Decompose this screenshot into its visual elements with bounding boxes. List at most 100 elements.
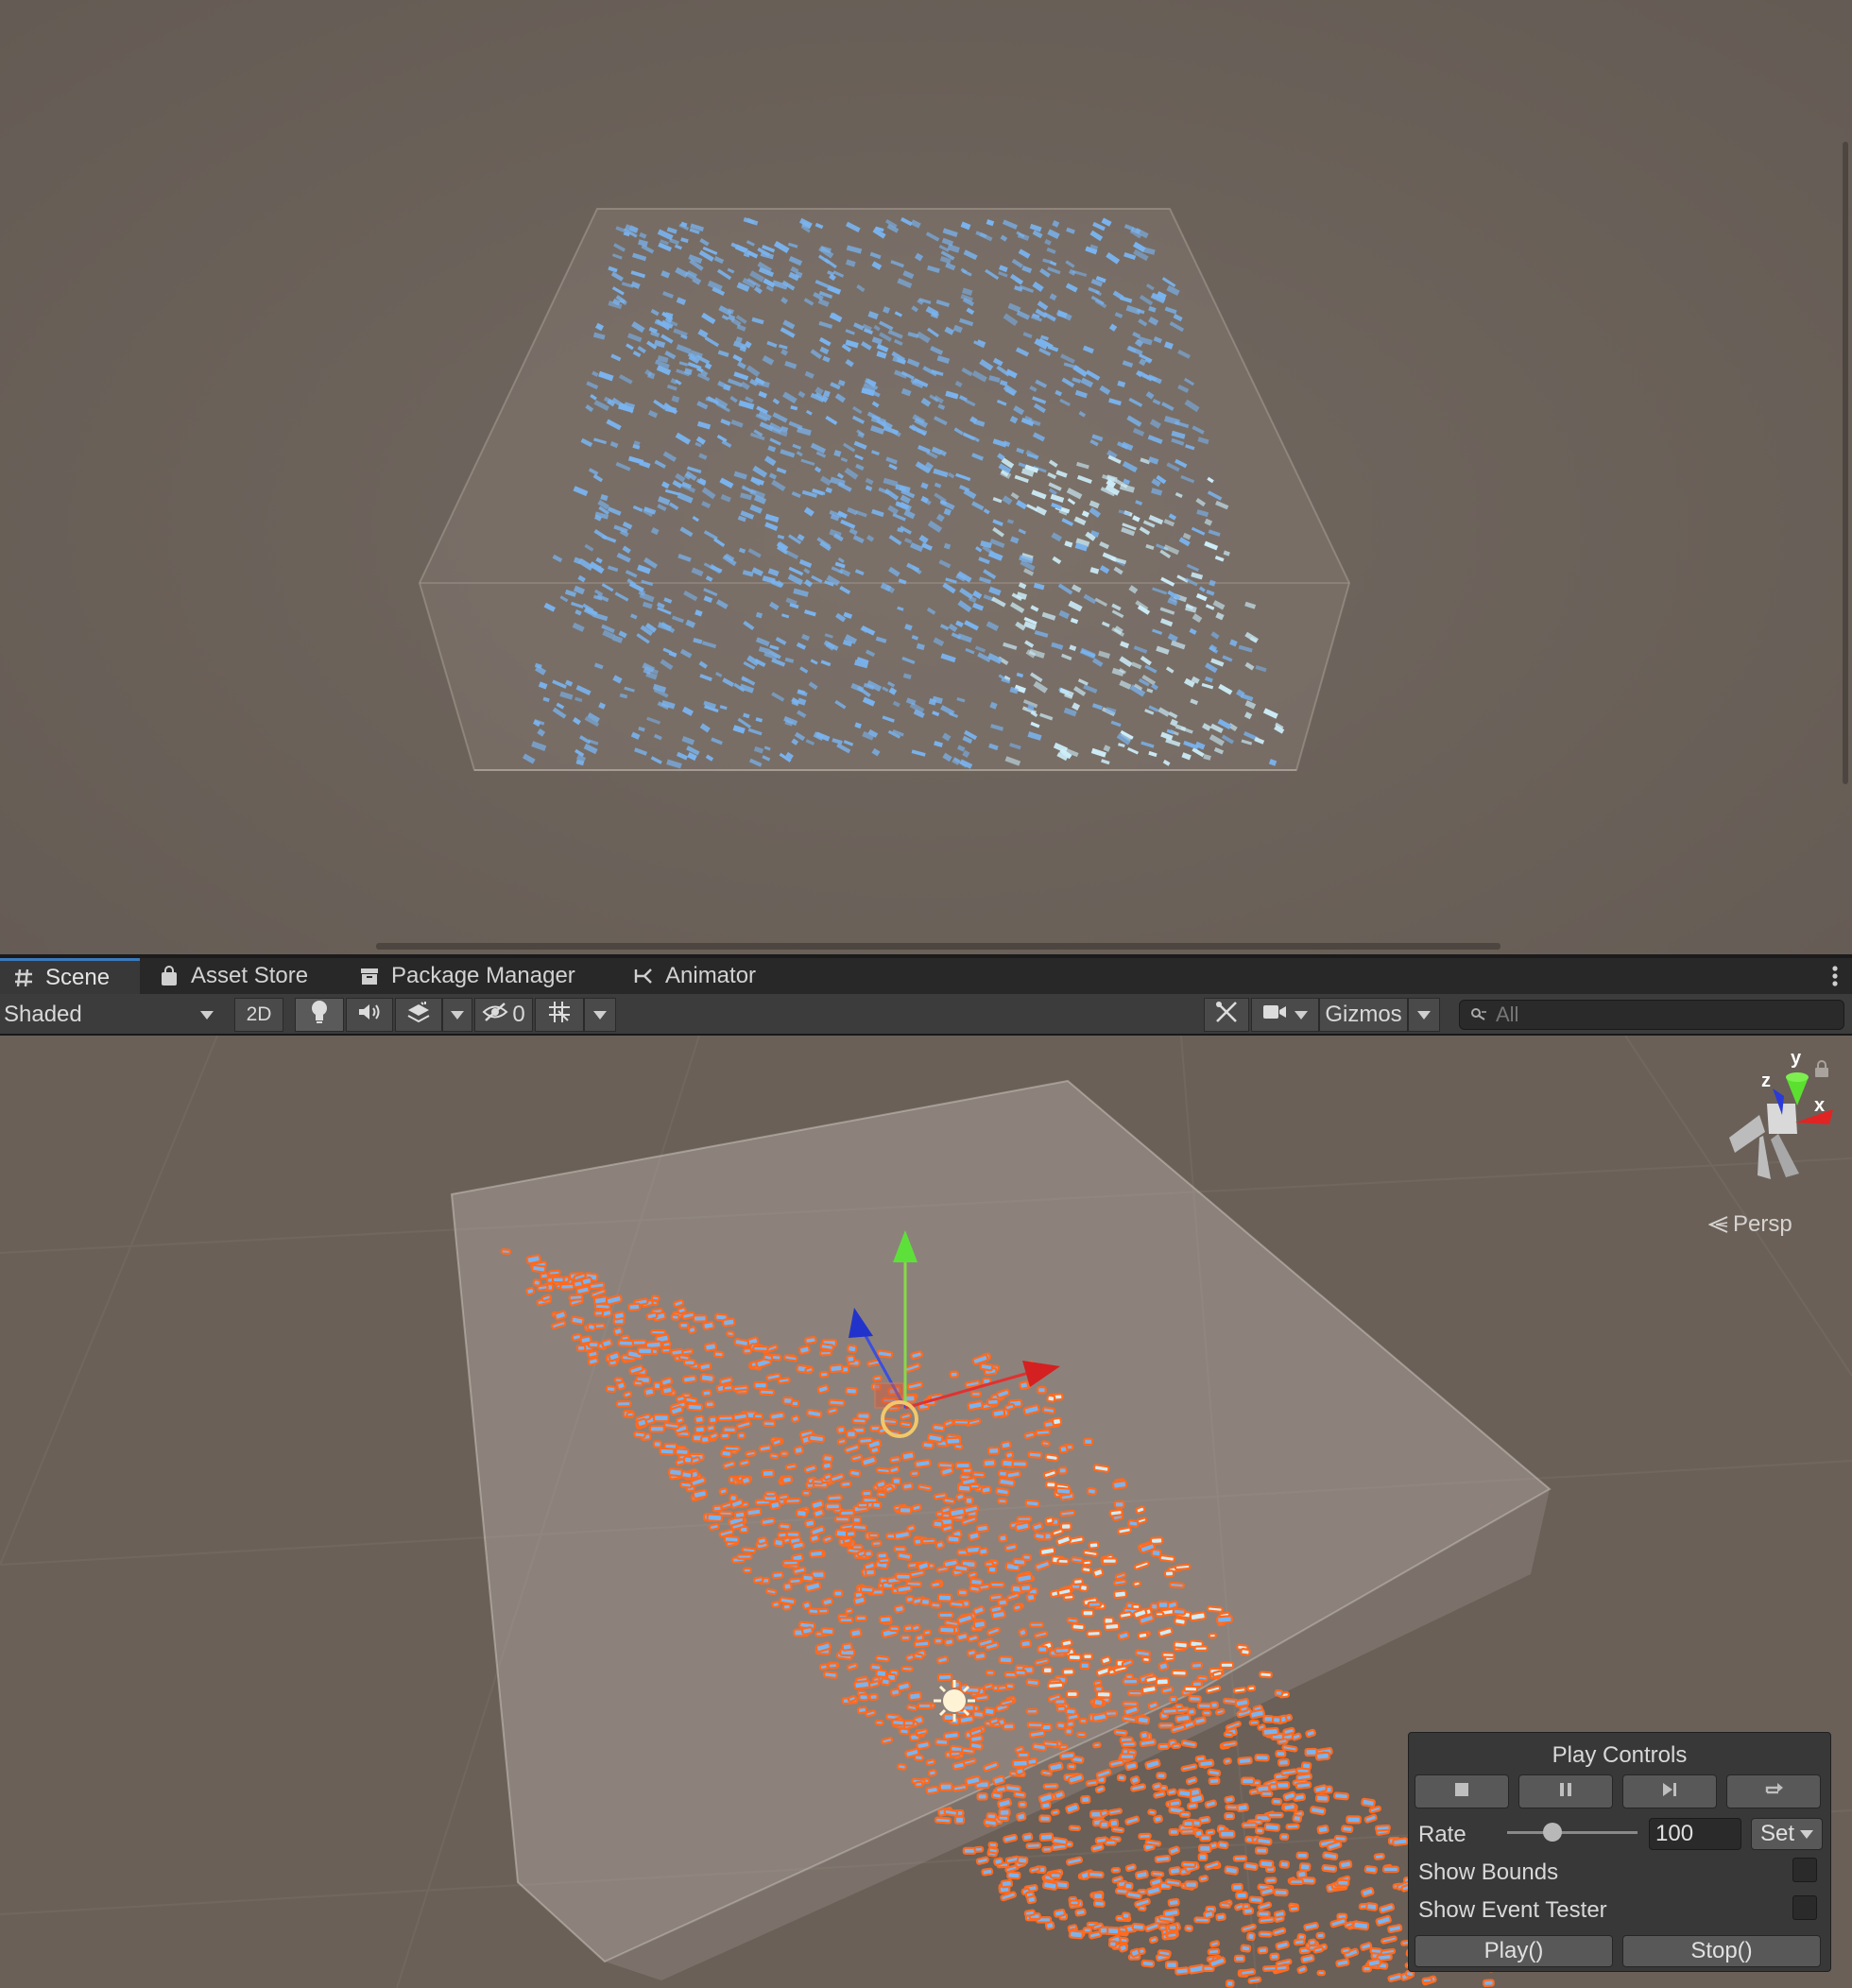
show-event-tester-checkbox[interactable] bbox=[1792, 1895, 1817, 1920]
particle bbox=[1279, 1833, 1290, 1841]
audio-toggle[interactable] bbox=[346, 998, 393, 1032]
particle bbox=[1055, 1705, 1067, 1713]
particle bbox=[839, 1509, 855, 1517]
lighting-toggle[interactable] bbox=[295, 998, 344, 1032]
particle bbox=[1117, 1526, 1132, 1535]
pause-button[interactable] bbox=[1518, 1774, 1613, 1808]
rate-slider-track[interactable] bbox=[1507, 1831, 1638, 1834]
particle bbox=[922, 1629, 932, 1637]
scene-tools-button[interactable] bbox=[1204, 998, 1249, 1032]
particle bbox=[1215, 1912, 1226, 1922]
set-rate-dropdown[interactable]: Set bbox=[1751, 1818, 1823, 1850]
step-button[interactable] bbox=[1622, 1774, 1717, 1808]
particle bbox=[1261, 1964, 1278, 1972]
particle bbox=[1092, 1568, 1105, 1578]
particle bbox=[1160, 1686, 1175, 1695]
particle bbox=[900, 1450, 916, 1462]
particle bbox=[952, 1418, 970, 1426]
particle bbox=[1044, 1517, 1055, 1525]
play-button[interactable]: Play() bbox=[1415, 1935, 1613, 1967]
rate-field[interactable]: 100 bbox=[1649, 1818, 1741, 1850]
particle bbox=[1182, 1819, 1194, 1828]
particle bbox=[864, 1550, 873, 1558]
particle bbox=[1086, 1486, 1097, 1496]
particle bbox=[1233, 1954, 1245, 1963]
particle bbox=[729, 1494, 738, 1502]
particle bbox=[809, 1549, 824, 1559]
scene-toolbar: Shaded 2D 0 Gizmos All bbox=[0, 994, 1852, 1036]
horizontal-scrollbar[interactable] bbox=[376, 943, 1500, 950]
particle bbox=[902, 1720, 915, 1727]
gizmos-button[interactable]: Gizmos bbox=[1319, 998, 1408, 1032]
particle bbox=[973, 1845, 985, 1853]
stop-button[interactable] bbox=[1415, 1774, 1509, 1808]
particle bbox=[953, 1564, 969, 1573]
particle bbox=[1329, 1917, 1347, 1928]
set-label: Set bbox=[1759, 1821, 1795, 1846]
show-bounds-checkbox[interactable] bbox=[1792, 1858, 1817, 1882]
grid-toggle[interactable] bbox=[535, 998, 584, 1032]
particle bbox=[1118, 1943, 1128, 1953]
particle bbox=[1232, 1855, 1248, 1862]
tab-animator[interactable]: Animator bbox=[631, 958, 756, 994]
particle bbox=[819, 1343, 834, 1351]
gizmos-dropdown[interactable] bbox=[1408, 998, 1440, 1032]
particle bbox=[1053, 1909, 1066, 1918]
particle bbox=[722, 1384, 734, 1392]
particle bbox=[927, 1432, 944, 1444]
layers-effects-icon bbox=[406, 1001, 431, 1030]
particle bbox=[1198, 1875, 1209, 1883]
effects-dropdown[interactable] bbox=[442, 998, 472, 1032]
particle bbox=[1268, 1783, 1278, 1791]
particle bbox=[946, 1534, 961, 1544]
game-view[interactable] bbox=[0, 0, 1852, 954]
particle bbox=[652, 1440, 662, 1448]
particle bbox=[1122, 1677, 1140, 1686]
particle bbox=[1110, 1866, 1122, 1874]
particle bbox=[1314, 1793, 1329, 1803]
vertical-scrollbar[interactable] bbox=[1843, 142, 1848, 784]
draw-mode-dropdown[interactable]: Shaded bbox=[0, 998, 223, 1032]
particle bbox=[1093, 1685, 1104, 1693]
particle bbox=[808, 1433, 826, 1444]
tab-asset-store[interactable]: Asset Store bbox=[157, 958, 308, 994]
particle bbox=[723, 1534, 740, 1544]
camera-settings-dropdown[interactable] bbox=[1251, 998, 1319, 1032]
particle bbox=[1225, 1721, 1242, 1731]
particle bbox=[975, 1856, 989, 1865]
lock-icon[interactable] bbox=[1814, 1060, 1829, 1082]
particle bbox=[1316, 1825, 1329, 1835]
particle bbox=[1214, 1707, 1226, 1716]
particle bbox=[971, 1471, 986, 1479]
neg-y-cone[interactable] bbox=[1758, 1136, 1771, 1179]
particle bbox=[746, 1507, 763, 1517]
projection-toggle[interactable]: Persp bbox=[1708, 1211, 1792, 1238]
particle bbox=[1315, 1931, 1326, 1940]
particle bbox=[868, 1692, 879, 1702]
more-options-icon[interactable] bbox=[1831, 958, 1839, 994]
neg-z-cone[interactable] bbox=[1771, 1134, 1799, 1177]
tab-package-manager[interactable]: Package Manager bbox=[357, 958, 575, 994]
particle bbox=[1122, 1715, 1138, 1723]
particle bbox=[1241, 1822, 1258, 1829]
particle bbox=[682, 1455, 694, 1465]
particle bbox=[911, 1503, 922, 1513]
grid-dropdown[interactable] bbox=[584, 998, 616, 1032]
particle bbox=[1129, 1775, 1140, 1785]
particle bbox=[500, 1248, 512, 1256]
tab-scene[interactable]: Scene bbox=[0, 958, 140, 994]
rate-slider-handle[interactable] bbox=[1543, 1823, 1563, 1842]
particle bbox=[1272, 1927, 1287, 1937]
particle bbox=[1155, 1677, 1170, 1687]
stop-action-button[interactable]: Stop() bbox=[1622, 1935, 1821, 1967]
particle bbox=[1041, 1406, 1056, 1414]
particle bbox=[1258, 1930, 1273, 1938]
search-input[interactable]: All bbox=[1459, 1000, 1844, 1030]
toggle-2d-button[interactable]: 2D bbox=[234, 998, 283, 1032]
scene-visibility-toggle[interactable]: 0 bbox=[474, 998, 533, 1032]
restart-button[interactable] bbox=[1726, 1774, 1821, 1808]
search-placeholder: All bbox=[1496, 1003, 1519, 1026]
effects-toggle[interactable] bbox=[395, 998, 442, 1032]
particle bbox=[1340, 1946, 1351, 1955]
grid-snap-icon bbox=[547, 1000, 572, 1031]
